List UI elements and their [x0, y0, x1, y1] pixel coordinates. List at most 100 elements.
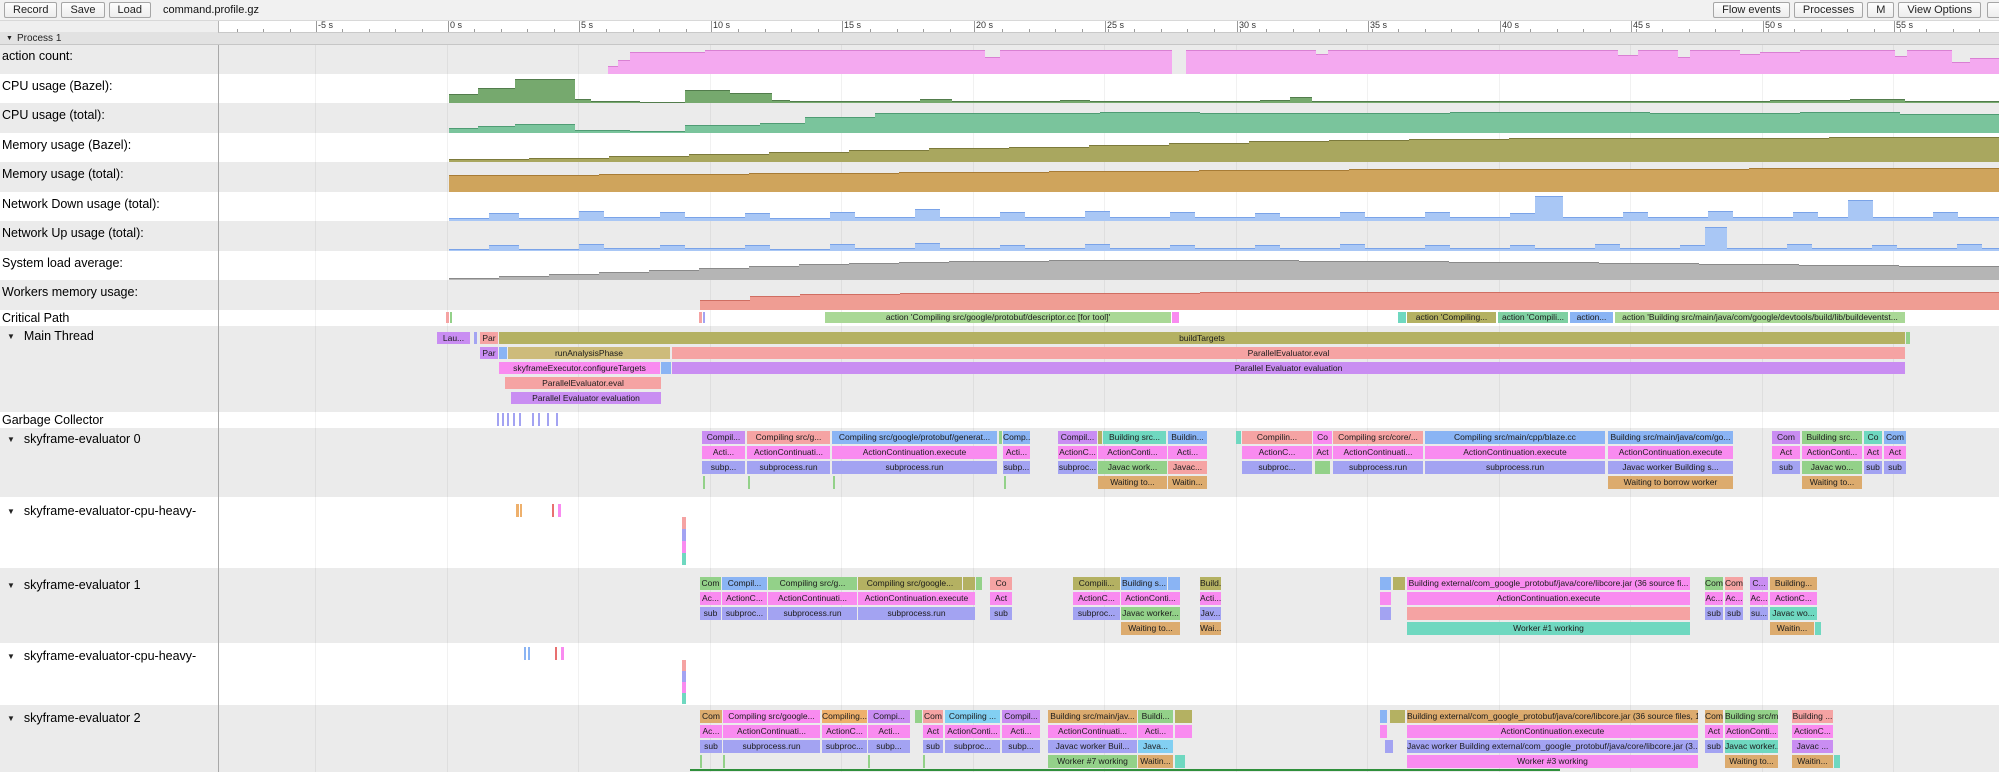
counter-chart-segment[interactable]: [519, 218, 579, 221]
trace-event-bar[interactable]: ActionContinuation.execute: [832, 446, 997, 459]
counter-chart-segment[interactable]: [685, 125, 760, 133]
trace-event-bar[interactable]: Acti...: [702, 446, 745, 459]
counter-chart-segment[interactable]: [1372, 101, 1500, 103]
trace-event-bar[interactable]: Java...: [1138, 740, 1173, 753]
trace-event-bar[interactable]: [923, 755, 925, 768]
trace-event-bar[interactable]: [1906, 332, 1910, 344]
trace-event-bar[interactable]: [682, 541, 686, 553]
counter-chart-segment[interactable]: [549, 274, 599, 280]
counter-chart-segment[interactable]: [489, 245, 519, 251]
trace-event-bar[interactable]: Compiling src/google/protobuf/generat...: [832, 431, 997, 444]
counter-chart-segment[interactable]: [1312, 101, 1372, 103]
collapse-arrow-icon[interactable]: ▼: [6, 35, 13, 42]
counter-chart-segment[interactable]: [449, 218, 489, 221]
trace-event-bar[interactable]: [1380, 592, 1391, 605]
trace-event-bar[interactable]: Co: [990, 577, 1012, 590]
trace-event-bar[interactable]: Buildin...: [1168, 431, 1207, 444]
trace-event-bar[interactable]: Compiling src/google...: [723, 710, 820, 723]
counter-chart-segment[interactable]: [830, 244, 855, 251]
trace-event-bar[interactable]: [507, 413, 509, 426]
counter-chart-segment[interactable]: [1699, 264, 1799, 280]
trace-event-bar[interactable]: Com: [1772, 431, 1800, 444]
trace-event-bar[interactable]: Javac wo...: [1770, 607, 1817, 620]
trace-event-bar[interactable]: ActionConti...: [945, 725, 1000, 738]
counter-chart-segment[interactable]: [1349, 169, 1549, 192]
trace-event-bar[interactable]: [682, 517, 686, 529]
trace-event-bar[interactable]: Com: [1705, 710, 1723, 723]
counter-chart-segment[interactable]: [449, 278, 499, 280]
trace-event-bar[interactable]: Com: [700, 710, 722, 723]
counter-chart-segment[interactable]: [790, 101, 890, 103]
trace-event-bar[interactable]: action 'Compiling...: [1407, 312, 1496, 323]
counter-chart-segment[interactable]: [1249, 141, 1329, 162]
trace-event-bar[interactable]: sub: [700, 607, 721, 620]
trace-event-bar[interactable]: Co: [1864, 431, 1882, 444]
trace-event-bar[interactable]: Building src/main/jav...: [1048, 710, 1137, 723]
counter-chart-segment[interactable]: [745, 245, 770, 251]
trace-event-bar[interactable]: Javac worker Building external/com_googl…: [1407, 740, 1698, 753]
counter-chart-segment[interactable]: [1149, 260, 1299, 280]
trace-event-bar[interactable]: Ac...: [1705, 592, 1723, 605]
counter-chart-segment[interactable]: [630, 131, 685, 133]
trace-event-bar[interactable]: Javac wo...: [1802, 461, 1862, 474]
counter-chart-segment[interactable]: [478, 88, 515, 103]
trace-event-bar[interactable]: Compiling src/google...: [858, 577, 962, 590]
counter-chart-segment[interactable]: [1110, 248, 1170, 251]
counter-chart-segment[interactable]: [660, 212, 685, 221]
counter-chart-segment[interactable]: [1260, 100, 1290, 103]
counter-chart-segment[interactable]: [1425, 245, 1450, 251]
counter-chart-segment[interactable]: [685, 248, 745, 251]
trace-event-bar[interactable]: Acti...: [1200, 592, 1221, 605]
trace-event-bar[interactable]: [558, 504, 561, 517]
trace-event-bar[interactable]: subp...: [1003, 461, 1030, 474]
counter-chart-segment[interactable]: [1982, 248, 1999, 251]
counter-chart-segment[interactable]: [1500, 101, 1650, 103]
trace-event-bar[interactable]: sub: [1884, 461, 1906, 474]
counter-chart-segment[interactable]: [1186, 50, 1316, 74]
trace-event-bar[interactable]: subproc...: [722, 607, 767, 620]
trace-event-bar[interactable]: subproc...: [945, 740, 1000, 753]
trace-event-bar[interactable]: sub: [990, 607, 1012, 620]
trace-event-bar[interactable]: [1175, 755, 1185, 768]
trace-event-bar[interactable]: Parallel Evaluator evaluation: [672, 362, 1905, 374]
counter-chart-segment[interactable]: [515, 124, 575, 133]
trace-event-bar[interactable]: su...: [1750, 607, 1768, 620]
trace-event-bar[interactable]: subp...: [702, 461, 745, 474]
counter-chart-segment[interactable]: [1535, 196, 1563, 221]
counter-chart-segment[interactable]: [1280, 248, 1340, 251]
counter-chart-segment[interactable]: [1255, 213, 1280, 221]
trace-event-bar[interactable]: [699, 312, 702, 323]
m-button[interactable]: M: [1867, 2, 1894, 18]
trace-event-bar[interactable]: [1172, 312, 1179, 323]
counter-chart-segment[interactable]: [1510, 213, 1535, 221]
trace-event-bar[interactable]: Compi...: [868, 710, 910, 723]
trace-event-bar[interactable]: C...: [1750, 577, 1768, 590]
counter-chart-segment[interactable]: [899, 172, 1049, 192]
trace-event-bar[interactable]: ActionC...: [1058, 446, 1097, 459]
counter-chart-segment[interactable]: [1850, 99, 1905, 103]
counter-chart-segment[interactable]: [985, 57, 1000, 74]
trace-event-bar[interactable]: Compiling src/main/cpp/blaze.cc: [1425, 431, 1605, 444]
counter-chart-segment[interactable]: [1829, 137, 1999, 162]
trace-event-bar[interactable]: Acti...: [1168, 446, 1207, 459]
trace-event-bar[interactable]: [502, 413, 504, 426]
counter-chart-segment[interactable]: [1957, 244, 1982, 251]
counter-chart-segment[interactable]: [920, 99, 952, 103]
trace-event-bar[interactable]: subp...: [868, 740, 910, 753]
trace-event-bar[interactable]: [682, 682, 686, 693]
counter-chart-segment[interactable]: [1409, 139, 1509, 162]
trace-event-bar[interactable]: [999, 431, 1002, 444]
counter-chart-segment[interactable]: [772, 100, 790, 103]
trace-event-bar[interactable]: [556, 413, 558, 426]
counter-chart-segment[interactable]: [1690, 50, 1740, 74]
trace-event-bar[interactable]: [1398, 312, 1406, 323]
trace-event-bar[interactable]: [1175, 725, 1192, 738]
counter-chart-segment[interactable]: [1000, 50, 1172, 74]
counter-chart-segment[interactable]: [940, 217, 1000, 221]
counter-chart-segment[interactable]: [1549, 169, 1749, 192]
counter-chart-segment[interactable]: [449, 159, 529, 162]
trace-event-bar[interactable]: sub: [700, 740, 722, 753]
trace-event-bar[interactable]: Waitin...: [1792, 755, 1833, 768]
counter-chart-segment[interactable]: [1958, 217, 1999, 221]
counter-chart-segment[interactable]: [1733, 217, 1793, 221]
